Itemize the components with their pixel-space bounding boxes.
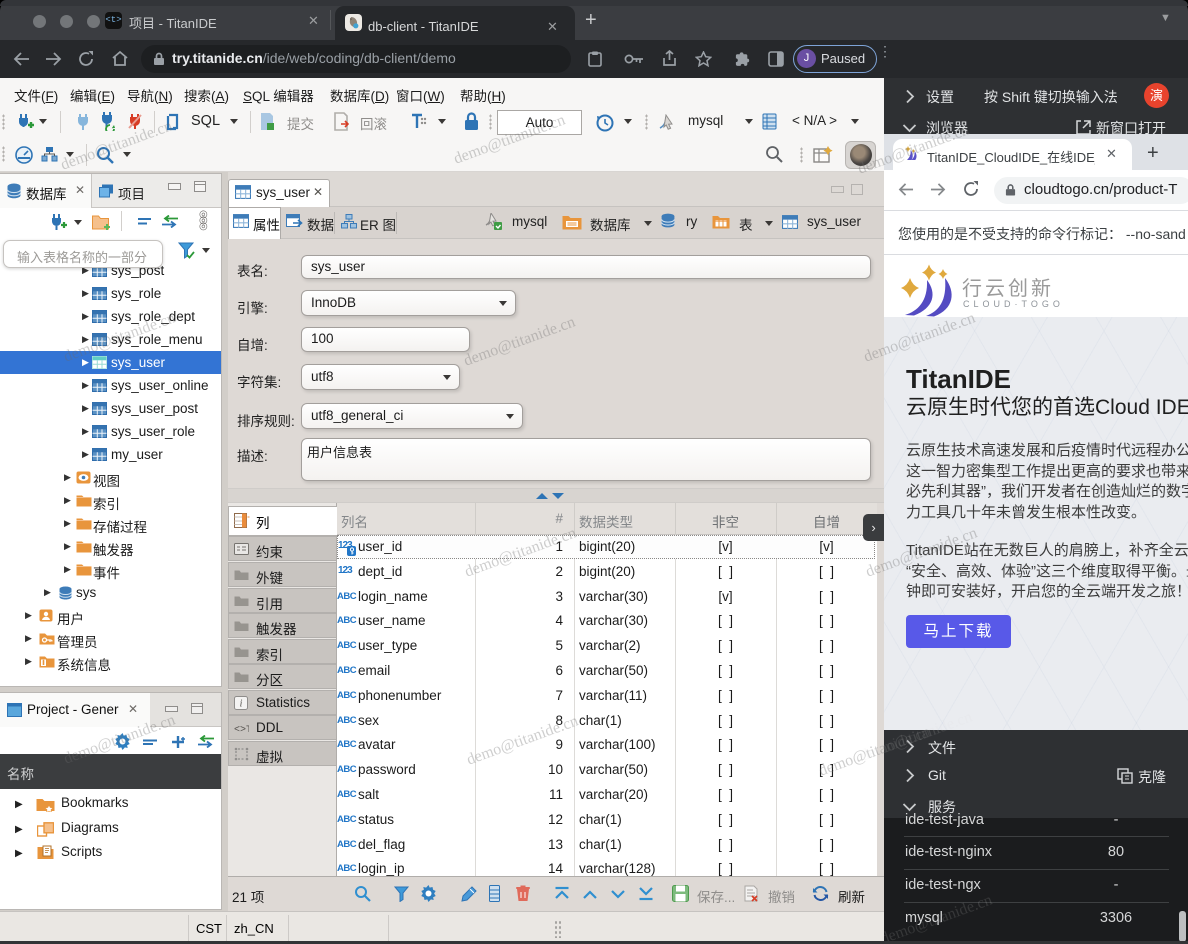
svg-text:<>T: <>T <box>234 725 249 734</box>
svg-text:i: i <box>240 699 243 710</box>
